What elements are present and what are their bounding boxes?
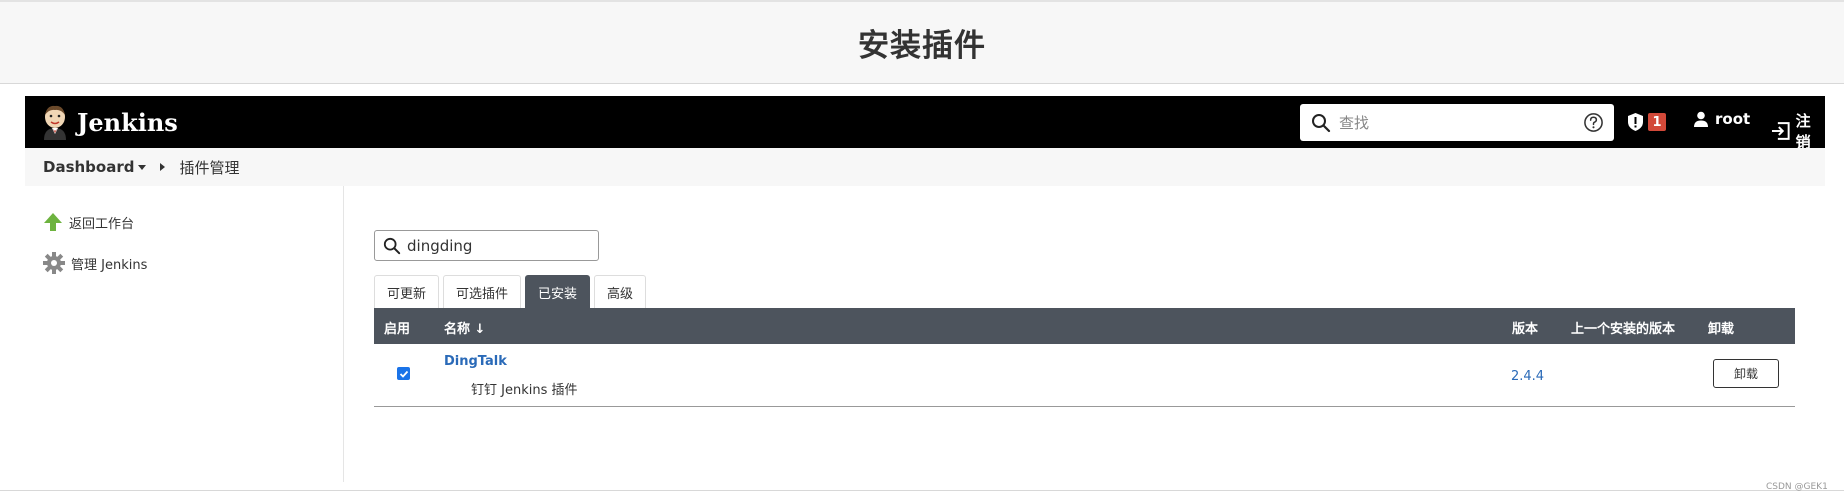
sidebar-item-back-to-dashboard[interactable]: 返回工作台 [43, 212, 134, 232]
plugin-filter-input[interactable] [407, 236, 587, 255]
logout-label: 注销 [1795, 112, 1811, 151]
watermark: CSDN @GEK1 [1766, 482, 1828, 492]
user-icon [1694, 111, 1708, 127]
tab-installed[interactable]: 已安装 [525, 275, 591, 308]
page-title: 安装插件 [858, 28, 986, 64]
shield-alert-icon [1628, 113, 1643, 131]
sidebar: 返回工作台 管理 Jenkins [25, 186, 344, 482]
uninstall-button[interactable]: 卸载 [1713, 359, 1779, 388]
page-header: 安装插件 [0, 0, 1844, 84]
plugin-description: 钉钉 Jenkins 插件 [471, 383, 578, 398]
search-icon [383, 237, 401, 254]
plugin-name-link[interactable]: DingTalk [444, 354, 507, 369]
breadcrumb-dashboard[interactable]: Dashboard [43, 158, 147, 176]
plugin-tabs: 可更新 可选插件 已安装 高级 [374, 275, 650, 308]
installed-plugins-table: 启用 名称 ↓ 版本 上一个安装的版本 卸载 DingTalk 钉钉 Jenki… [374, 308, 1795, 407]
breadcrumb-current[interactable]: 插件管理 [179, 157, 239, 178]
search-icon [1312, 113, 1331, 132]
jenkins-brand[interactable]: Jenkins [41, 104, 178, 140]
up-arrow-icon [44, 213, 62, 231]
tab-available[interactable]: 可选插件 [443, 275, 522, 308]
table-header: 启用 名称 ↓ 版本 上一个安装的版本 卸载 [374, 308, 1795, 344]
sidebar-item-label: 返回工作台 [69, 216, 135, 232]
chevron-down-icon[interactable] [138, 164, 147, 170]
tab-advanced[interactable]: 高级 [594, 275, 647, 308]
sidebar-item-manage-jenkins[interactable]: 管理 Jenkins [43, 252, 147, 274]
table-row: DingTalk 钉钉 Jenkins 插件 2.4.4 卸载 [374, 344, 1795, 407]
tab-updates[interactable]: 可更新 [374, 275, 440, 308]
header-version[interactable]: 版本 [1512, 318, 1538, 337]
breadcrumb: Dashboard 插件管理 [25, 148, 1825, 186]
global-search [1300, 104, 1614, 141]
help-icon[interactable] [1583, 112, 1604, 133]
brand-name: Jenkins [77, 107, 178, 137]
plugin-version-link[interactable]: 2.4.4 [1511, 369, 1544, 384]
username: root [1715, 110, 1751, 128]
sidebar-item-label: 管理 Jenkins [71, 257, 148, 273]
global-search-input[interactable] [1339, 107, 1539, 138]
breadcrumb-dashboard-label: Dashboard [43, 158, 135, 176]
user-menu[interactable]: root [1693, 110, 1750, 128]
header-name[interactable]: 名称 ↓ [444, 318, 485, 337]
jenkins-topbar: Jenkins 1 root [25, 96, 1825, 151]
header-previous-version[interactable]: 上一个安装的版本 [1571, 318, 1675, 337]
divider [0, 490, 1844, 491]
header-uninstall: 卸载 [1708, 322, 1735, 337]
jenkins-butler-icon [44, 105, 66, 140]
security-alert[interactable]: 1 [1627, 112, 1666, 132]
header-enabled[interactable]: 启用 [384, 318, 410, 337]
chevron-right-icon [160, 163, 166, 171]
gear-icon [43, 252, 65, 274]
logout-icon [1771, 122, 1790, 140]
logout-link[interactable]: 注销 [1771, 110, 1825, 152]
checkmark-icon [399, 370, 408, 378]
plugin-enabled-checkbox[interactable] [397, 367, 410, 380]
plugin-filter [374, 230, 599, 261]
alert-count-badge: 1 [1648, 113, 1666, 131]
